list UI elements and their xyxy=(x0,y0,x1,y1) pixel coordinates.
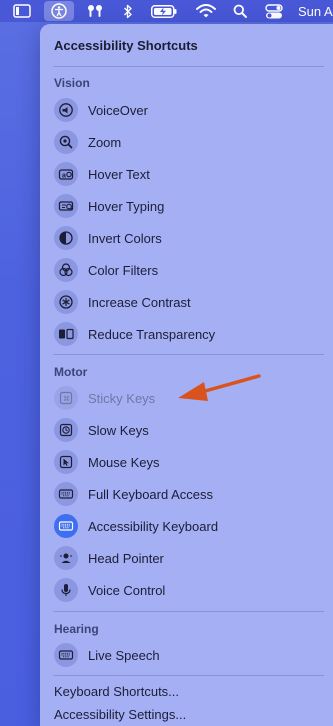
annotation-arrow xyxy=(178,374,261,401)
